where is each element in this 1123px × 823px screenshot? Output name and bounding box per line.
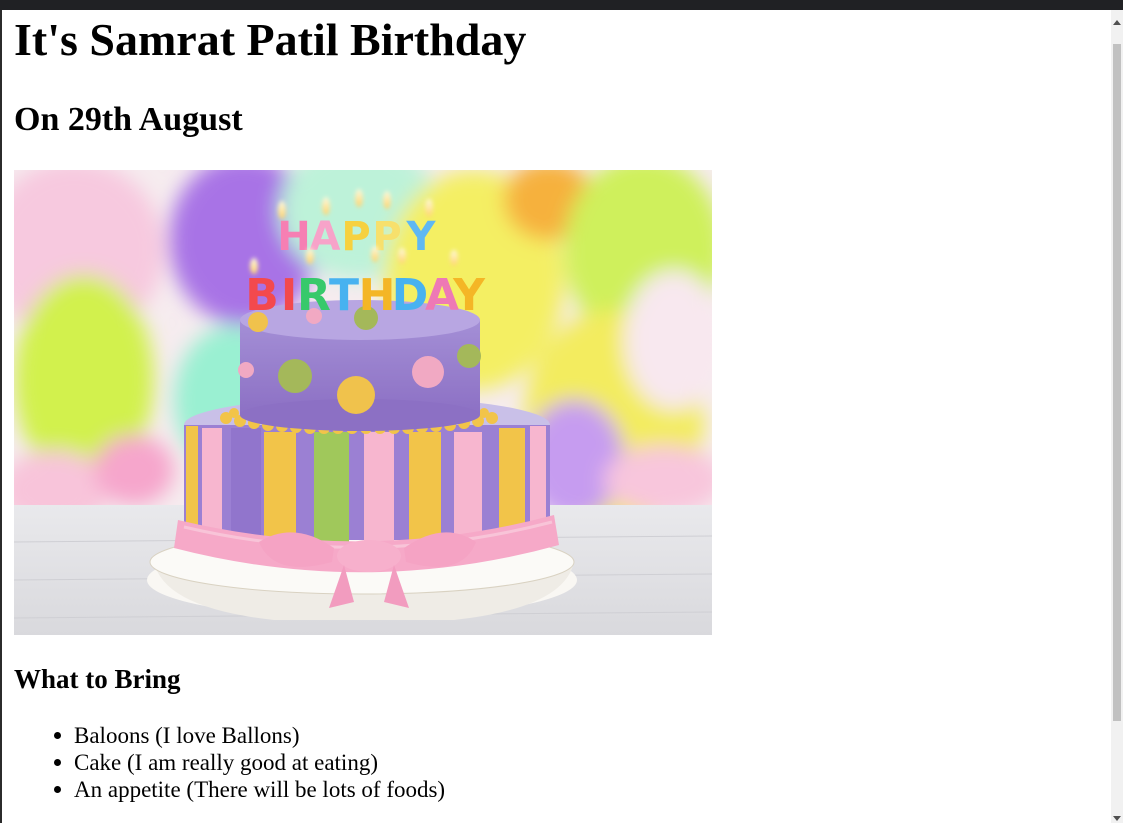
section-heading: What to Bring	[14, 664, 181, 694]
topper-letter: D	[392, 270, 429, 321]
list-item-text: An appetite (There will be lots of foods…	[74, 777, 446, 802]
list-item-text: Baloons (I love Ballons)	[74, 723, 300, 748]
topper-letter: H	[359, 270, 396, 321]
birthday-cake-image: H A P P Y B I R T H D A Y	[14, 170, 712, 635]
topper-letter: I	[281, 270, 297, 321]
topper-letter: H	[277, 214, 310, 260]
topper-letter: T	[329, 270, 359, 321]
topper-letter: Y	[406, 214, 437, 260]
list-item: An appetite (There will be lots of foods…	[14, 776, 445, 803]
topper-letter: B	[245, 270, 279, 321]
list-item: Baloons (I love Ballons)	[14, 722, 445, 749]
bullet-icon	[54, 732, 61, 739]
scroll-down-icon[interactable]	[1113, 816, 1121, 821]
scroll-up-icon[interactable]	[1113, 20, 1121, 25]
topper-letter: Y	[452, 270, 486, 321]
bullet-icon	[54, 786, 61, 793]
bring-list: Baloons (I love Ballons) Cake (I am real…	[14, 722, 445, 803]
page-viewport: It's Samrat Patil Birthday On 29th Augus…	[2, 10, 1111, 823]
vertical-scrollbar[interactable]	[1111, 10, 1123, 823]
topper-letter: A	[310, 214, 341, 260]
list-item-text: Cake (I am really good at eating)	[74, 750, 378, 775]
page-title: It's Samrat Patil Birthday	[14, 14, 527, 65]
scrollbar-thumb[interactable]	[1113, 44, 1121, 721]
page-subtitle: On 29th August	[14, 101, 243, 138]
bullet-icon	[54, 759, 61, 766]
topper-letter: P	[341, 214, 370, 260]
browser-top-bar	[0, 0, 1123, 10]
list-item: Cake (I am really good at eating)	[14, 749, 445, 776]
topper-letter: R	[297, 270, 331, 321]
